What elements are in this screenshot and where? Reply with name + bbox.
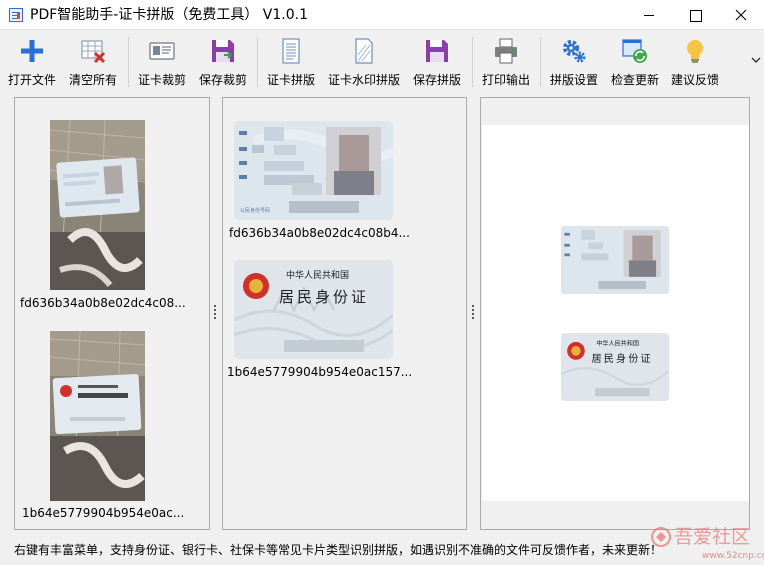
photo-thumbnail bbox=[50, 331, 145, 501]
id-card-back-image: 中华人民共和国 居民身份证 bbox=[234, 260, 393, 359]
svg-text:居民身份证: 居民身份证 bbox=[592, 352, 653, 365]
close-icon bbox=[735, 9, 747, 21]
toolbar-separator bbox=[540, 37, 541, 87]
save-crop-button[interactable]: 保存裁剪 bbox=[194, 34, 252, 90]
svg-text:中华人民共和国: 中华人民共和国 bbox=[596, 339, 639, 347]
watermark-document-icon bbox=[355, 38, 373, 64]
toolbar-separator bbox=[472, 37, 473, 87]
layout-preview-panel[interactable]: 中华人民共和国 居民身份证 bbox=[480, 97, 750, 530]
id-card-front-image bbox=[561, 226, 669, 294]
preview-page: 中华人民共和国 居民身份证 bbox=[482, 125, 749, 501]
save-disk-icon bbox=[212, 40, 234, 62]
clear-all-button[interactable]: 清空所有 bbox=[64, 34, 122, 90]
cropped-card-list[interactable]: 公民身份号码 fd636b34a0b8e02dc4c08b4... 中华人民共和… bbox=[222, 97, 467, 530]
cropped-item-caption: fd636b34a0b8e02dc4c08b4... bbox=[229, 226, 410, 240]
save-layout-button[interactable]: 保存拼版 bbox=[408, 34, 466, 90]
clear-table-icon bbox=[81, 40, 106, 64]
splitter-handle[interactable] bbox=[472, 305, 475, 321]
maximize-button[interactable] bbox=[672, 0, 718, 30]
check-update-button[interactable]: 检查更新 bbox=[606, 34, 664, 90]
preview-card-back: 中华人民共和国 居民身份证 bbox=[561, 333, 669, 401]
card-watermark-layout-button[interactable]: 证卡水印拼版 bbox=[324, 34, 404, 90]
minimize-button[interactable] bbox=[626, 0, 672, 30]
layout-document-icon bbox=[282, 38, 300, 64]
window-title: PDF智能助手-证卡拼版（免费工具） V1.0.1 bbox=[30, 7, 308, 23]
source-item-caption: fd636b34a0b8e02dc4c08... bbox=[20, 296, 186, 310]
toolbar-separator bbox=[128, 37, 129, 87]
print-output-button[interactable]: 打印输出 bbox=[477, 34, 535, 90]
id-card-back-image: 中华人民共和国 居民身份证 bbox=[561, 333, 669, 401]
open-files-button[interactable]: 打开文件 bbox=[4, 34, 60, 90]
cropped-item-caption: 1b64e5779904b954e0ac157... bbox=[227, 365, 413, 379]
photo-thumbnail bbox=[50, 120, 145, 290]
preview-card-front bbox=[561, 226, 669, 294]
splitter-handle[interactable] bbox=[214, 305, 217, 321]
layout-settings-button[interactable]: 拼版设置 bbox=[545, 34, 603, 90]
plus-icon bbox=[21, 40, 43, 62]
app-icon bbox=[9, 8, 23, 22]
toolbar: 打开文件 清空所有 证卡裁剪 保存裁剪 证卡拼版 证卡水印拼版 保存拼版 打印输… bbox=[0, 31, 764, 91]
source-item-caption: 1b64e5779904b954e0ac... bbox=[22, 506, 185, 520]
source-image-list[interactable]: fd636b34a0b8e02dc4c08... 1b64e5779904b95… bbox=[14, 97, 210, 530]
svg-text:居民身份证: 居民身份证 bbox=[279, 288, 369, 306]
printer-icon bbox=[495, 38, 517, 64]
list-item[interactable] bbox=[50, 331, 145, 501]
svg-text:公民身份号码: 公民身份号码 bbox=[240, 207, 270, 214]
gear-icon bbox=[563, 40, 586, 63]
card-layout-button[interactable]: 证卡拼版 bbox=[262, 34, 320, 90]
chevron-down-icon[interactable] bbox=[750, 53, 762, 67]
card-crop-button[interactable]: 证卡裁剪 bbox=[134, 34, 190, 90]
watermark-logo-icon bbox=[651, 527, 671, 547]
toolbar-separator bbox=[257, 37, 258, 87]
title-bar: PDF智能助手-证卡拼版（免费工具） V1.0.1 bbox=[0, 0, 764, 30]
status-text: 右键有丰富菜单，支持身份证、银行卡、社保卡等常见卡片类型识别拼版，如遇识别不准确… bbox=[14, 543, 663, 557]
site-watermark: 吾爱社区 www.52cnp.com bbox=[648, 524, 764, 565]
feedback-button[interactable]: 建议反馈 bbox=[666, 34, 724, 90]
list-item[interactable] bbox=[50, 120, 145, 290]
save-disk-icon bbox=[426, 40, 448, 62]
lightbulb-icon bbox=[687, 40, 703, 63]
list-item[interactable]: 中华人民共和国 居民身份证 bbox=[234, 260, 393, 359]
list-item[interactable]: 公民身份号码 bbox=[234, 121, 393, 220]
id-card-icon bbox=[149, 42, 175, 60]
close-button[interactable] bbox=[718, 0, 764, 30]
update-window-icon bbox=[622, 39, 647, 63]
svg-text:中华人民共和国: 中华人民共和国 bbox=[286, 269, 349, 281]
id-card-front-image: 公民身份号码 bbox=[234, 121, 393, 220]
